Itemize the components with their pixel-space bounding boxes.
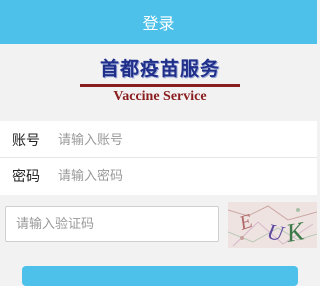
account-label: 账号 <box>12 133 40 149</box>
logo-chinese-text: 首都疫苗服务 <box>99 58 220 80</box>
login-form: 账号 密码 <box>0 121 317 195</box>
login-button[interactable] <box>22 266 298 286</box>
password-input[interactable] <box>58 161 288 191</box>
vaccine-service-logo: 首都疫苗服务 Vaccine Service <box>70 52 250 108</box>
password-label: 密码 <box>12 169 40 185</box>
page-title: 登录 <box>142 14 175 33</box>
captcha-image[interactable]: E U K <box>228 202 317 248</box>
captcha-input[interactable] <box>5 206 219 242</box>
header-bar: 登录 <box>0 0 317 44</box>
password-row: 密码 <box>0 158 317 194</box>
account-input[interactable] <box>58 125 288 155</box>
logo-underline <box>80 84 240 87</box>
account-row: 账号 <box>0 122 317 158</box>
logo-english-text: Vaccine Service <box>113 89 207 104</box>
